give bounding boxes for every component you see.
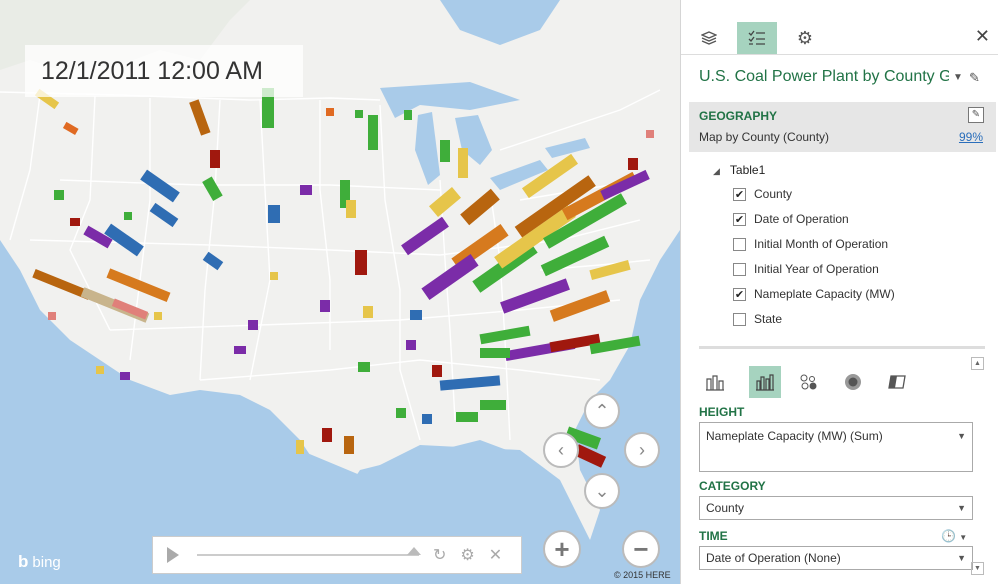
heat-map-button[interactable]: [837, 366, 869, 398]
bing-label: bing: [32, 553, 61, 571]
field-item[interactable]: ✔ Nameplate Capacity (MW): [733, 285, 895, 303]
gear-icon[interactable]: ⚙: [460, 545, 474, 565]
chevron-right-icon: ›: [639, 439, 645, 460]
chevron-left-icon: ‹: [558, 439, 564, 460]
category-dropdown-icon[interactable]: ▼: [957, 503, 966, 513]
time-field-box[interactable]: Date of Operation (None) ▼: [699, 546, 973, 570]
field-label: State: [754, 312, 783, 326]
edit-geography-icon[interactable]: ✎: [968, 107, 984, 123]
region-button[interactable]: [881, 366, 913, 398]
refresh-icon[interactable]: ↻: [433, 545, 446, 565]
field-checkbox[interactable]: [733, 237, 746, 251]
time-dropdown-icon[interactable]: ▼: [957, 553, 966, 563]
field-label: Nameplate Capacity (MW): [754, 287, 895, 301]
play-icon[interactable]: [167, 547, 179, 563]
gear-icon: ⚙: [796, 27, 814, 48]
close-pane-button[interactable]: ✕: [975, 26, 990, 47]
layer-dropdown-icon[interactable]: ▼: [953, 72, 963, 83]
field-item[interactable]: ✔ County: [733, 185, 792, 203]
field-label: County: [754, 187, 793, 201]
minus-icon: −: [633, 533, 649, 564]
pane-divider[interactable]: [699, 346, 985, 349]
geography-heading: GEOGRAPHY: [699, 109, 778, 123]
field-checkbox[interactable]: ✔: [733, 212, 746, 226]
bubble-icon: [800, 374, 817, 390]
height-dropdown-icon[interactable]: ▼: [957, 431, 966, 441]
layers-icon: [701, 31, 717, 45]
geography-confidence-link[interactable]: 99%: [959, 130, 983, 144]
field-item[interactable]: State: [733, 310, 782, 328]
time-label: TIME: [699, 529, 728, 543]
time-stamp: 12/1/2011 12:00 AM: [25, 45, 303, 97]
bing-logo: b bing: [18, 552, 61, 572]
bing-b-icon: b: [18, 552, 29, 571]
plus-icon: +: [554, 533, 570, 564]
collapse-icon[interactable]: ◢: [713, 166, 720, 176]
field-item[interactable]: ✔ Date of Operation: [733, 210, 849, 228]
region-icon: [888, 375, 906, 389]
height-field-box[interactable]: Nameplate Capacity (MW) (Sum) ▼: [699, 422, 973, 472]
field-checkbox[interactable]: ✔: [733, 187, 746, 201]
field-list-icon: [748, 30, 765, 45]
map-canvas[interactable]: 12/1/2011 12:00 AM b bing © 2015 HERE ⌃ …: [0, 0, 680, 584]
scroll-down-button[interactable]: ▼: [971, 562, 984, 575]
heat-map-icon: [845, 374, 861, 390]
table-node[interactable]: ◢ Table1: [713, 163, 765, 177]
geography-section: GEOGRAPHY Map by County (County) 99% ✎: [689, 102, 996, 152]
time-field-value: Date of Operation (None): [706, 551, 841, 565]
field-checkbox[interactable]: ✔: [733, 287, 746, 301]
close-icon[interactable]: ✕: [489, 545, 502, 565]
settings-tab[interactable]: ⚙: [785, 22, 825, 54]
layer-name[interactable]: U.S. Coal Power Plant by County Gro: [699, 68, 949, 86]
field-item[interactable]: Initial Year of Operation: [733, 260, 879, 278]
chevron-up-icon: ⌃: [594, 400, 610, 421]
pan-up-button[interactable]: ⌃: [584, 393, 620, 429]
copyright: © 2015 HERE: [614, 570, 671, 580]
time-slider-thumb[interactable]: [407, 547, 421, 555]
field-checkbox[interactable]: [733, 312, 746, 326]
clustered-column-button[interactable]: [749, 366, 781, 398]
zoom-in-button[interactable]: +: [543, 530, 581, 568]
chevron-down-icon: ⌄: [594, 480, 610, 501]
field-label: Initial Year of Operation: [754, 262, 879, 276]
stacked-column-button[interactable]: [699, 366, 731, 398]
field-list-tab[interactable]: [737, 22, 777, 54]
category-label: CATEGORY: [699, 479, 766, 493]
field-label: Date of Operation: [754, 212, 849, 226]
pan-right-button[interactable]: ›: [624, 432, 660, 468]
clustered-column-icon: [756, 374, 774, 391]
table-name: Table1: [729, 163, 766, 177]
category-field-value: County: [706, 501, 745, 515]
pane-tabs: ⚙: [681, 22, 998, 55]
bubble-button[interactable]: [793, 366, 825, 398]
height-label: HEIGHT: [699, 405, 745, 419]
time-player: ↻ ⚙ ✕: [152, 536, 522, 574]
layer-pane: ⚙ ✕ U.S. Coal Power Plant by County Gro …: [680, 0, 998, 584]
layers-tab[interactable]: [689, 22, 729, 54]
field-item[interactable]: Initial Month of Operation: [733, 235, 888, 253]
geography-mapping: Map by County (County): [699, 130, 830, 144]
height-field-value: Nameplate Capacity (MW) (Sum): [706, 429, 883, 443]
rename-layer-icon[interactable]: ✎: [969, 70, 980, 86]
zoom-out-button[interactable]: −: [622, 530, 660, 568]
field-label: Initial Month of Operation: [754, 237, 889, 251]
category-field-box[interactable]: County ▼: [699, 496, 973, 520]
pan-left-button[interactable]: ‹: [543, 432, 579, 468]
time-settings-icon[interactable]: 🕒 ▼: [941, 529, 967, 543]
pan-down-button[interactable]: ⌄: [584, 473, 620, 509]
stacked-column-icon: [706, 375, 724, 391]
scroll-up-button[interactable]: ▲: [971, 357, 984, 370]
field-checkbox[interactable]: [733, 262, 746, 276]
time-slider[interactable]: [197, 547, 421, 556]
